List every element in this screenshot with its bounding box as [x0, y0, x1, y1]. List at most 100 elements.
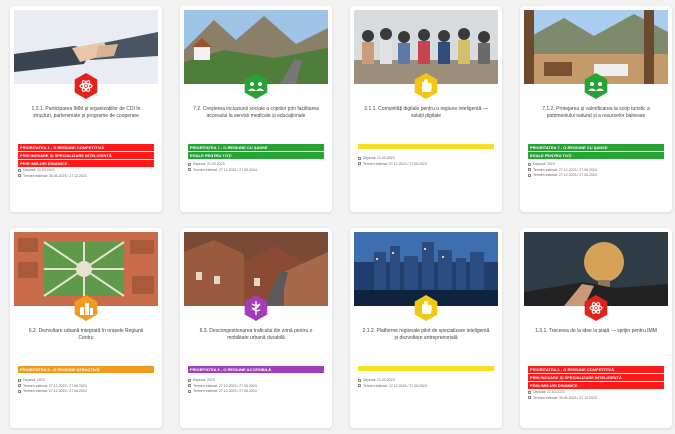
city-icon	[72, 294, 100, 322]
calendar-icon	[18, 378, 21, 382]
meta-text: Depusă: 2023	[533, 162, 555, 166]
calendar-icon	[188, 389, 191, 393]
card-meta: Depusă: 21.03.2023 Termen estimat: 30.06.…	[528, 390, 664, 401]
calendar-icon	[18, 168, 21, 172]
card-meta: Depusă: 21.03.2023 Termen estimat: 27.12.…	[188, 162, 324, 173]
calendar-icon	[528, 162, 531, 166]
priority-tags: PRIORITATEA 7 - O REGIUNE CU ȘANSE EGALE …	[188, 144, 324, 160]
program-card[interactable]: 7.1.2. Protejarea și valorificarea la sc…	[520, 6, 672, 212]
calendar-icon	[358, 162, 361, 166]
meta-text: Depusă: 21.03.2023	[363, 156, 395, 160]
medical-icon	[242, 294, 270, 322]
meta-text: Depusă: 21.03.2023	[23, 168, 55, 172]
priority-tag	[358, 366, 494, 371]
priority-tags: PRIORITATEA 6 - O REGIUNE ACCESIBILĂ	[188, 366, 324, 374]
priority-tag: PRIORITATEA 1 - O REGIUNE COMPETITIVĂ	[18, 144, 154, 151]
meta-line: Termen estimat: 27.12.2023 / 27.06.2024	[188, 168, 324, 174]
program-card[interactable]: 2.1.2. Platforme regionale pilot de spec…	[350, 228, 502, 428]
meta-text: Termen estimat: 30.06.2023 / 27.12.2023	[533, 395, 597, 400]
calendar-icon	[188, 384, 191, 388]
meta-line: Termen estimat: 30.06.2023 / 27.12.2023	[18, 174, 154, 180]
calendar-icon	[188, 162, 191, 166]
meta-text: Termen estimat: 27.12.2023 / 27.06.2024	[23, 389, 87, 393]
priority-tag	[358, 144, 494, 149]
card-meta: Depusă: 2023 Termen estimat: 27.12.2023 /…	[18, 378, 154, 395]
calendar-icon	[528, 173, 531, 177]
card-meta: Depusă: 21.03.2023 Termen estimat: 27.12.…	[358, 378, 494, 389]
atom-icon	[582, 294, 610, 322]
priority-tag: PRIN IMM-URI DINAMICE	[18, 160, 154, 167]
card-title[interactable]: 6.3. Descongestionarea traficului din zo…	[192, 328, 320, 341]
calendar-icon	[358, 384, 361, 388]
calendar-icon	[528, 168, 531, 172]
meta-text: Depusă: 2023	[23, 378, 45, 382]
card-meta: Depusă: 2023 Termen estimat: 27.12.2023 /…	[528, 162, 664, 179]
calendar-icon	[358, 156, 361, 160]
priority-tag: PRIN INOVARE ȘI SPECIALIZARE INTELIGENTĂ	[528, 374, 664, 381]
card-meta: Depusă: 2023 Termen estimat: 27.12.2023 /…	[188, 378, 324, 395]
card-title[interactable]: 2.1.2. Platforme regionale pilot de spec…	[362, 328, 490, 341]
calendar-icon	[188, 168, 191, 172]
program-card[interactable]: 1.3.1. Trecerea de la idee la piață — sp…	[520, 228, 672, 428]
meta-text: Termen estimat: 27.12.2023 / 27.06.2024	[193, 383, 257, 388]
calendar-icon	[188, 378, 191, 382]
priority-tag: PRIN IMM-URI DINAMICE	[528, 382, 664, 389]
priority-tags: PRIORITATEA 6 - O REGIUNE ATRACTIVĂ	[18, 366, 154, 374]
card-title[interactable]: 7.1.2. Protejarea și valorificarea la sc…	[532, 106, 660, 119]
calendar-icon	[18, 389, 21, 393]
card-title[interactable]: 6.2. Dezvoltare urbană integrată în oraș…	[22, 328, 150, 341]
meta-line: Termen estimat: 27.12.2023 / 27.06.2024	[528, 173, 664, 179]
meta-text: Termen estimat: 27.12.2023 / 27.06.2024	[23, 383, 87, 388]
program-cards-grid: 1.2.1. Participarea IMM și organizațiilo…	[0, 0, 675, 434]
meta-text: Termen estimat: 27.12.2023 / 27.06.2024	[363, 161, 427, 166]
priority-tag: PRIORITATEA 6 - O REGIUNE ACCESIBILĂ	[188, 366, 324, 373]
people-icon	[582, 72, 610, 100]
calendar-icon	[528, 390, 531, 394]
card-meta: Depusă: 21.03.2023 Termen estimat: 27.12.…	[358, 156, 494, 167]
priority-tags: PRIORITATEA 1 - O REGIUNE COMPETITIVĂ PRI…	[528, 366, 664, 390]
calendar-icon	[18, 384, 21, 388]
priority-tag: PRIORITATEA 7 - O REGIUNE CU ȘANSE	[528, 144, 664, 151]
priority-tag: PRIN INOVARE ȘI SPECIALIZARE INTELIGENTĂ	[18, 152, 154, 159]
card-title[interactable]: 1.3.1. Trecerea de la idee la piață — sp…	[532, 328, 660, 335]
meta-text: Termen estimat: 27.12.2023 / 27.06.2024	[193, 389, 257, 393]
people-icon	[242, 72, 270, 100]
meta-text: Termen estimat: 27.12.2023 / 27.06.2024	[533, 173, 597, 177]
program-card[interactable]: 1.2.1. Participarea IMM și organizațiilo…	[10, 6, 162, 212]
card-title[interactable]: 2.1.1. Comunități digitale pentru o regi…	[362, 106, 490, 119]
program-card[interactable]: 6.3. Descongestionarea traficului din zo…	[180, 228, 332, 428]
meta-line: Termen estimat: 27.12.2023 / 27.06.2024	[188, 389, 324, 395]
priority-tag: PRIORITATEA 6 - O REGIUNE ATRACTIVĂ	[18, 366, 154, 373]
calendar-icon	[358, 378, 361, 382]
priority-tags	[358, 366, 494, 372]
meta-text: Termen estimat: 27.12.2023 / 27.06.2024	[533, 167, 597, 172]
program-card[interactable]: 6.2. Dezvoltare urbană integrată în oraș…	[10, 228, 162, 428]
card-title[interactable]: 7.2. Creșterea incluziunii sociale a cop…	[192, 106, 320, 119]
meta-line: Termen estimat: 30.06.2023 / 27.12.2023	[528, 396, 664, 402]
priority-tags: PRIORITATEA 1 - O REGIUNE COMPETITIVĂ PRI…	[18, 144, 154, 168]
meta-text: Depusă: 21.03.2023	[193, 162, 225, 166]
meta-text: Termen estimat: 27.12.2023 / 27.06.2024	[193, 167, 257, 172]
meta-text: Termen estimat: 27.12.2023 / 27.06.2024	[363, 383, 427, 388]
calendar-icon	[528, 396, 531, 400]
priority-tags: PRIORITATEA 7 - O REGIUNE CU ȘANSE EGALE …	[528, 144, 664, 160]
priority-tag: EGALE PENTRU TOȚI	[188, 152, 324, 159]
meta-text: Depusă: 2023	[193, 378, 215, 382]
meta-line: Termen estimat: 27.12.2023 / 27.06.2024	[18, 389, 154, 395]
priority-tag: PRIORITATEA 1 - O REGIUNE COMPETITIVĂ	[528, 366, 664, 373]
meta-text: Termen estimat: 30.06.2023 / 27.12.2023	[23, 173, 87, 178]
priority-tag: PRIORITATEA 7 - O REGIUNE CU ȘANSE	[188, 144, 324, 151]
program-card[interactable]: 2.1.1. Comunități digitale pentru o regi…	[350, 6, 502, 212]
meta-line: Termen estimat: 27.12.2023 / 27.06.2024	[358, 384, 494, 390]
meta-line: Termen estimat: 27.12.2023 / 27.06.2024	[358, 162, 494, 168]
priority-tag: EGALE PENTRU TOȚI	[528, 152, 664, 159]
calendar-icon	[18, 174, 21, 178]
card-title[interactable]: 1.2.1. Participarea IMM și organizațiilo…	[22, 106, 150, 119]
priority-tags	[358, 144, 494, 150]
meta-text: Depusă: 21.03.2023	[533, 390, 565, 394]
hand-icon	[412, 294, 440, 322]
meta-text: Depusă: 21.03.2023	[363, 378, 395, 382]
hand-icon	[412, 72, 440, 100]
program-card[interactable]: 7.2. Creșterea incluziunii sociale a cop…	[180, 6, 332, 212]
atom-icon	[72, 72, 100, 100]
